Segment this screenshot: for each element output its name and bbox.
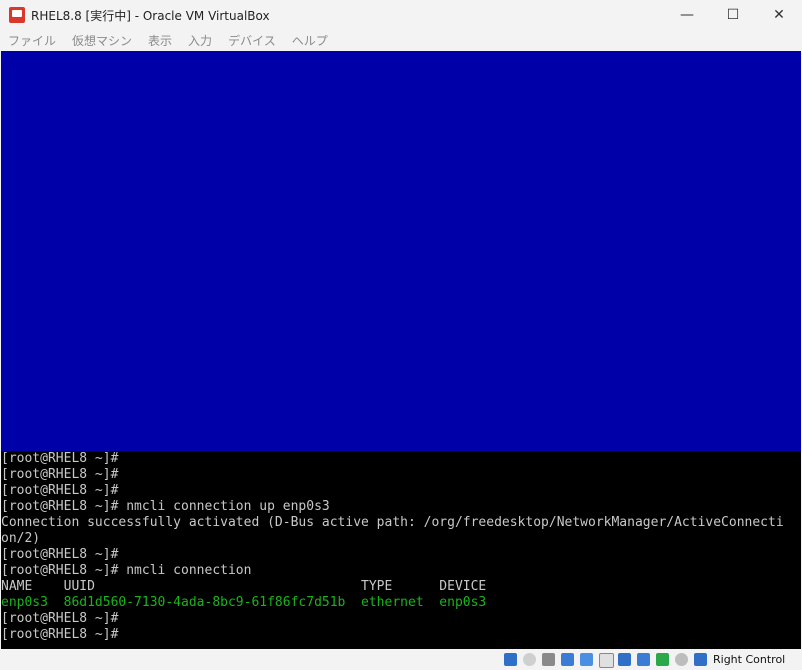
terminal-line: Connection successfully activated (D-Bus… <box>1 515 784 530</box>
terminal-line: [root@RHEL8 ~]# nmcli connection <box>1 563 252 578</box>
terminal-line: on/2) <box>1 531 41 546</box>
window-title: RHEL8.8 [実行中] - Oracle VM VirtualBox <box>31 9 270 23</box>
usb-icon[interactable] <box>580 653 593 666</box>
menu-devices[interactable]: デバイス <box>220 32 284 49</box>
terminal-output[interactable]: [root@RHEL8 ~]# [root@RHEL8 ~]# [root@RH… <box>1 451 801 649</box>
audio-icon[interactable] <box>542 653 555 666</box>
window-titlebar[interactable]: RHEL8.8 [実行中] - Oracle VM VirtualBox — ☐… <box>0 0 802 30</box>
terminal-line: NAME UUID TYPE DEVICE <box>1 579 487 594</box>
recording-icon[interactable] <box>637 653 650 666</box>
menu-help[interactable]: ヘルプ <box>284 32 336 49</box>
terminal-line-connection: enp0s3 86d1d560-7130-4ada-8bc9-61f86fc7d… <box>1 595 487 610</box>
menu-machine[interactable]: 仮想マシン <box>64 32 140 49</box>
virtualbox-app-icon <box>9 7 25 23</box>
console-blue-area <box>1 51 801 451</box>
network-icon[interactable] <box>561 653 574 666</box>
cpu-icon[interactable] <box>656 653 669 666</box>
menu-bar: ファイル 仮想マシン 表示 入力 デバイス ヘルプ <box>0 30 802 51</box>
terminal-line: [root@RHEL8 ~]# <box>1 547 119 562</box>
minimize-button[interactable]: — <box>664 0 710 30</box>
vm-display[interactable]: [root@RHEL8 ~]# [root@RHEL8 ~]# [root@RH… <box>1 51 801 649</box>
menu-view[interactable]: 表示 <box>140 32 180 49</box>
terminal-line-prompt: [root@RHEL8 ~]# <box>1 627 119 642</box>
terminal-line: [root@RHEL8 ~]# nmcli connection up enp0… <box>1 499 330 514</box>
maximize-button[interactable]: ☐ <box>710 0 756 30</box>
guest-additions-icon[interactable] <box>675 653 688 666</box>
status-bar: Right Control <box>0 649 802 670</box>
close-button[interactable]: ✕ <box>756 0 802 30</box>
terminal-line: [root@RHEL8 ~]# <box>1 467 119 482</box>
mouse-integration-icon[interactable] <box>694 653 707 666</box>
shared-folders-icon[interactable] <box>599 653 614 668</box>
hard-disk-icon[interactable] <box>504 653 517 666</box>
menu-file[interactable]: ファイル <box>0 32 64 49</box>
optical-drive-icon[interactable] <box>523 653 536 666</box>
terminal-line: [root@RHEL8 ~]# <box>1 483 119 498</box>
host-key-label: Right Control <box>713 653 786 666</box>
display-icon[interactable] <box>618 653 631 666</box>
terminal-line: [root@RHEL8 ~]# <box>1 611 119 626</box>
terminal-line: [root@RHEL8 ~]# <box>1 451 119 466</box>
menu-input[interactable]: 入力 <box>180 32 220 49</box>
